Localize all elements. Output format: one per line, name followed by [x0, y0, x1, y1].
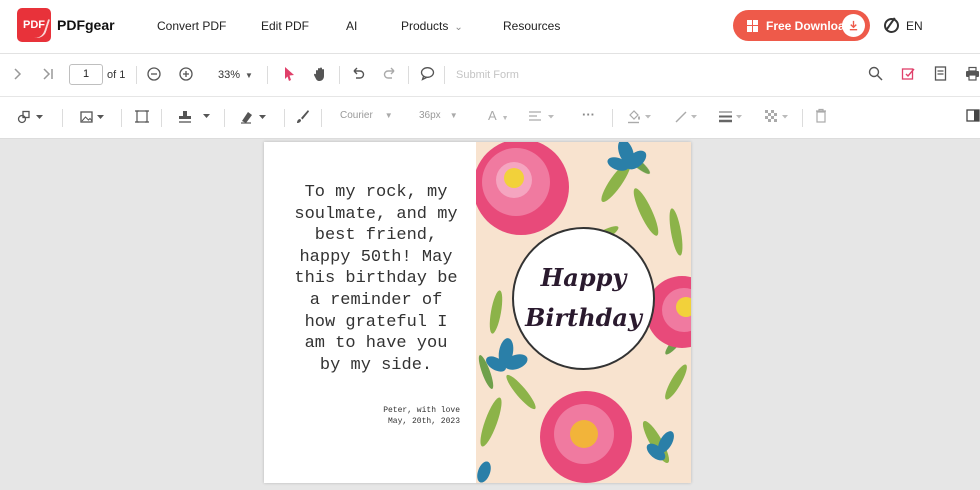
divider	[161, 109, 162, 127]
happy-birthday-badge: Happy Birthday	[512, 227, 655, 370]
caret-down-icon: ▼	[245, 71, 253, 80]
image-tool-icon[interactable]	[80, 110, 106, 127]
next-page-icon[interactable]	[12, 67, 23, 84]
divider	[62, 109, 63, 127]
language-icon	[884, 18, 899, 33]
card-title-line-1: Happy	[540, 263, 627, 292]
nav-edit-pdf[interactable]: Edit PDF	[261, 19, 309, 33]
divider	[321, 109, 322, 127]
caret-down-icon: ▼	[501, 115, 509, 122]
free-download-label: Free Download	[766, 18, 853, 33]
text-color-glyph: A	[488, 108, 497, 123]
last-page-icon[interactable]	[41, 67, 55, 84]
opacity-icon[interactable]	[764, 109, 792, 127]
brand-name: PDFgear	[57, 17, 115, 33]
main-toolbar: 1 of 1 33% ▼ Submit Form	[0, 54, 980, 97]
print-icon[interactable]	[965, 66, 980, 84]
format-toolbar: Courier ▼ 36px ▼ A ▼ ···	[0, 97, 980, 139]
undo-icon[interactable]	[350, 66, 365, 84]
highlighter-tool-icon[interactable]	[240, 109, 268, 127]
zoom-in-icon[interactable]	[178, 66, 194, 85]
hand-tool-icon[interactable]	[313, 66, 328, 85]
message-line: happy 50th! May	[299, 247, 453, 267]
chevron-down-icon: ⌄	[454, 22, 463, 33]
text-color-select[interactable]: A ▼	[488, 108, 509, 123]
crop-tool-icon[interactable]	[135, 109, 149, 127]
nav-products-label: Products	[401, 19, 449, 33]
fill-color-icon[interactable]	[627, 109, 653, 127]
line-color-icon[interactable]	[674, 109, 700, 127]
divider	[224, 109, 225, 127]
card-message: To my rock, my soulmate, and my best fri…	[276, 182, 476, 376]
divider	[444, 66, 445, 84]
zoom-select[interactable]: 33% ▼	[218, 69, 253, 81]
message-line: how grateful I	[304, 312, 448, 332]
divider	[612, 109, 613, 127]
search-icon[interactable]	[868, 66, 883, 84]
message-line: am to have you	[304, 334, 448, 354]
panel-toggle-icon[interactable]	[966, 109, 980, 125]
nav-convert-pdf[interactable]: Convert PDF	[157, 19, 226, 33]
pdf-page: To my rock, my soulmate, and my best fri…	[264, 142, 691, 483]
page-view-icon[interactable]	[934, 66, 947, 84]
windows-icon	[747, 19, 759, 32]
divider	[121, 109, 122, 127]
download-icon	[842, 14, 865, 37]
language-selector[interactable]: EN	[884, 18, 923, 33]
message-line: this birthday be	[294, 269, 458, 289]
zoom-out-icon[interactable]	[146, 66, 162, 85]
nav-ai[interactable]: AI	[346, 19, 357, 33]
submit-form-button[interactable]: Submit Form	[456, 69, 519, 81]
line-width-icon[interactable]	[718, 109, 746, 127]
page-number-input[interactable]: 1	[69, 64, 103, 85]
message-line: To my rock, my	[304, 183, 448, 202]
language-label: EN	[906, 18, 923, 33]
zoom-value: 33%	[218, 69, 241, 81]
signature-line: May, 20th, 2023	[387, 416, 460, 426]
brush-tool-icon[interactable]	[296, 109, 310, 127]
message-line: best friend,	[314, 226, 438, 246]
fill-sign-icon[interactable]	[901, 66, 916, 84]
pdfgear-logo-icon: PDF	[17, 8, 51, 42]
message-line: a reminder of	[309, 290, 443, 310]
font-family-value: Courier	[340, 110, 373, 121]
top-navigation: PDF PDFgear Convert PDF Edit PDF AI Prod…	[0, 0, 980, 54]
divider	[802, 109, 803, 127]
message-line: soulmate, and my	[294, 204, 458, 224]
message-line: by my side.	[319, 355, 433, 375]
nav-resources[interactable]: Resources	[503, 19, 560, 33]
divider	[136, 66, 137, 84]
card-title-line-2: Birthday	[525, 303, 642, 332]
select-tool-icon[interactable]	[283, 66, 295, 85]
stamp-tool-icon[interactable]	[178, 109, 212, 127]
shape-tool-icon[interactable]	[17, 110, 43, 127]
redo-icon[interactable]	[383, 66, 398, 84]
font-size-value: 36px	[419, 110, 441, 121]
caret-down-icon: ▼	[384, 111, 393, 120]
brand-logo[interactable]: PDF PDFgear	[17, 8, 115, 42]
signature-line: Peter, with love	[383, 406, 460, 415]
align-text-icon[interactable]	[528, 110, 556, 126]
divider	[267, 66, 268, 84]
more-options-button[interactable]: ···	[582, 107, 595, 122]
divider	[339, 66, 340, 84]
divider	[408, 66, 409, 84]
delete-icon[interactable]	[815, 108, 827, 126]
divider	[284, 109, 285, 127]
free-download-button[interactable]: Free Download	[733, 10, 870, 41]
caret-down-icon: ▼	[449, 111, 458, 120]
birthday-card-artwork: Happy Birthday	[476, 142, 691, 483]
font-size-select[interactable]: 36px ▼	[419, 110, 458, 121]
font-family-select[interactable]: Courier ▼	[340, 110, 393, 121]
card-signature: Peter, with love May, 20th, 2023	[360, 406, 460, 427]
nav-products[interactable]: Products ⌄	[401, 19, 463, 33]
comment-icon[interactable]	[420, 66, 435, 84]
page-total-label: of 1	[107, 69, 126, 81]
